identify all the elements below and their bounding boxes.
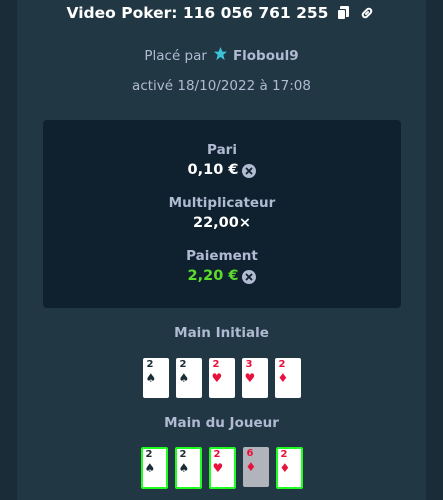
- title-row: Video Poker: 116 056 761 255: [17, 4, 426, 22]
- star-badge-icon: [213, 46, 228, 65]
- payout-label: Paiement: [186, 248, 258, 264]
- placed-by-row: Placé par Floboul9: [17, 46, 426, 65]
- playing-card: 2 ♦: [274, 358, 301, 398]
- initial-hand-title: Main Initiale: [174, 325, 269, 341]
- page-title: Video Poker: 116 056 761 255: [66, 4, 329, 22]
- bet-value: 0,10 €: [187, 162, 239, 178]
- playing-card: 2 ♦: [275, 447, 303, 489]
- playing-card: 2 ♠: [175, 358, 202, 398]
- payout-value-row: 2,20 €: [188, 267, 257, 286]
- initial-hand-cards: 2 ♠ 2 ♠ 2 ♥ 3 ♥ 2 ♦: [17, 358, 426, 398]
- playing-card: 2 ♠: [174, 447, 202, 489]
- bet-stats-box: Pari 0,10 € Multiplicateur 22,00× Paieme…: [43, 120, 401, 308]
- username: Floboul9: [232, 47, 299, 64]
- bet-value-row: 0,10 €: [188, 161, 257, 180]
- bet-details-panel: Video Poker: 116 056 761 255 Placé par F…: [17, 0, 426, 500]
- payout-value: 2,20 €: [187, 268, 239, 284]
- activated-date: activé 18/10/2022 à 17:08: [132, 78, 311, 94]
- user-link[interactable]: Floboul9: [213, 46, 299, 65]
- playing-card: 2 ♥: [208, 358, 235, 398]
- link-icon[interactable]: [358, 4, 376, 22]
- payout-stat: Paiement 2,20 €: [43, 248, 401, 286]
- playing-card: 6 ♦: [242, 447, 269, 487]
- playing-card: 2 ♥: [208, 447, 236, 489]
- bet-stat: Pari 0,10 €: [43, 142, 401, 180]
- player-hand-title: Main du Joueur: [164, 415, 279, 431]
- bet-label: Pari: [207, 142, 237, 158]
- copy-icon[interactable]: [334, 4, 352, 22]
- player-hand-cards: 2 ♠ 2 ♠ 2 ♥ 6 ♦ 2 ♦: [17, 447, 426, 489]
- multiplier-stat: Multiplicateur 22,00×: [43, 195, 401, 233]
- currency-icon[interactable]: [242, 269, 257, 284]
- multiplier-value: 22,00×: [192, 215, 251, 231]
- currency-icon[interactable]: [242, 163, 257, 178]
- playing-card: 2 ♠: [142, 358, 169, 398]
- placed-by-label: Placé par: [144, 47, 207, 64]
- playing-card: 2 ♠: [140, 447, 168, 489]
- playing-card: 3 ♥: [241, 358, 268, 398]
- multiplier-label: Multiplicateur: [168, 195, 276, 211]
